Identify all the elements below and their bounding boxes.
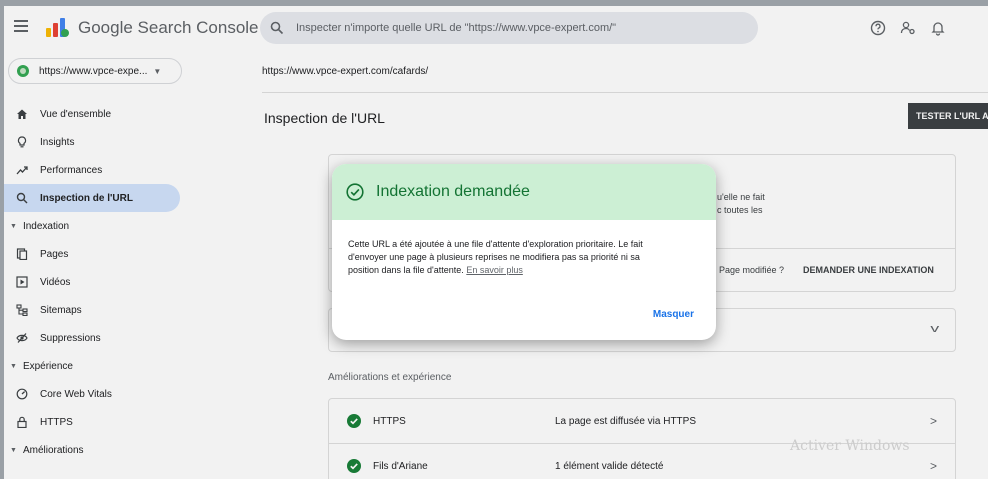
indexing-requested-dialog: Indexation demandée Cette URL a été ajou… [332, 164, 716, 340]
app-window: Google Search Console https://www.vpce-e… [4, 6, 988, 479]
dialog-title: Indexation demandée [376, 183, 530, 200]
dismiss-button[interactable]: Masquer [653, 309, 694, 320]
dialog-message: Cette URL a été ajoutée à une file d'att… [348, 239, 643, 275]
check-circle-outline-icon [346, 183, 364, 201]
learn-more-link[interactable]: En savoir plus [466, 265, 523, 275]
dialog-header: Indexation demandée [332, 164, 716, 220]
